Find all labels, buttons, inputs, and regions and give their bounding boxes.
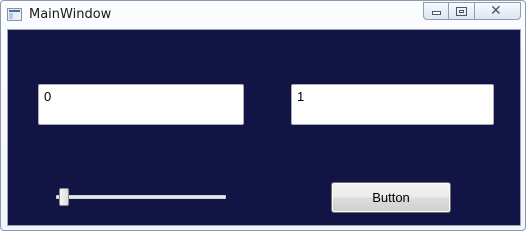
main-window: MainWindow ✕ 0 1 Button [0, 0, 526, 231]
close-icon: ✕ [490, 3, 502, 19]
minimize-icon [432, 11, 441, 15]
caption-buttons: ✕ [423, 2, 521, 20]
action-button[interactable]: Button [331, 182, 451, 213]
slider-thumb[interactable] [59, 188, 69, 206]
close-button[interactable]: ✕ [475, 2, 521, 20]
window-content: 0 1 Button [7, 29, 521, 226]
left-textbox[interactable]: 0 [38, 84, 244, 125]
minimize-button[interactable] [423, 2, 449, 20]
slider-track[interactable] [56, 195, 226, 199]
value-slider[interactable] [56, 186, 227, 208]
window-title: MainWindow [29, 7, 112, 22]
right-textbox[interactable]: 1 [291, 84, 494, 125]
window-icon[interactable] [7, 8, 22, 21]
maximize-button[interactable] [449, 2, 475, 20]
title-bar[interactable]: MainWindow ✕ [1, 1, 525, 29]
maximize-icon [456, 7, 467, 16]
